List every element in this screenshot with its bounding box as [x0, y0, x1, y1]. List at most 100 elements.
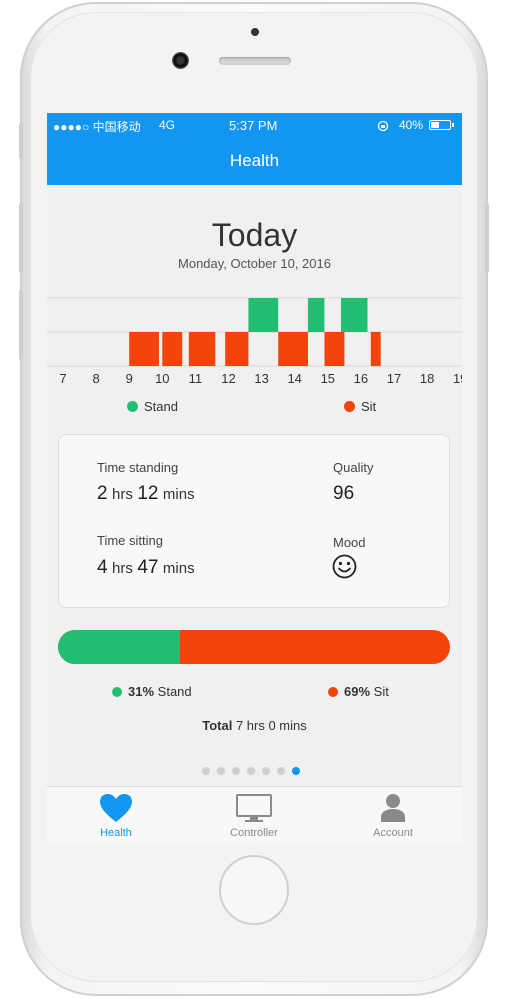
- mood-label: Mood: [333, 535, 366, 550]
- sit-series: [129, 332, 381, 366]
- standing-hours-unit: hrs: [112, 486, 133, 503]
- tab-controller[interactable]: Controller: [194, 787, 314, 843]
- network-label: 4G: [159, 118, 176, 132]
- nav-bar: Health: [47, 139, 462, 185]
- stand-bar-2: [341, 298, 368, 332]
- sitting-mins-unit: mins: [162, 560, 195, 577]
- battery-tip: [452, 123, 454, 127]
- stats-card: Time standing 2 hrs 12 mins Quality 96 T…: [58, 434, 450, 608]
- carrier-label: ●●●●○ 中国移动: [53, 120, 141, 134]
- standing-mins: 12: [137, 483, 159, 504]
- sitting-hours-unit: hrs: [112, 560, 133, 577]
- page-dot[interactable]: [232, 767, 240, 775]
- sit-bar-1: [162, 332, 183, 366]
- ratio-bar-stand-fill: [58, 630, 180, 664]
- sit-bar-6: [370, 332, 381, 366]
- tab-controller-label: Controller: [230, 827, 278, 839]
- proximity-sensor: [251, 28, 259, 36]
- page-dot[interactable]: [202, 767, 210, 775]
- home-button[interactable]: [219, 855, 289, 925]
- monitor-icon: [236, 794, 272, 822]
- sit-bar-0: [129, 332, 159, 366]
- x-tick-label: 10: [155, 371, 170, 386]
- x-tick-label: 7: [59, 371, 67, 386]
- total-time: Total 7 hrs 0 mins: [47, 718, 462, 733]
- x-tick-label: 8: [92, 371, 100, 386]
- sit-ratio-percent: 69%: [344, 684, 371, 699]
- time-sitting-value: 4 hrs 47 mins: [97, 557, 195, 579]
- sit-bar-4: [278, 332, 308, 366]
- sit-bar-3: [225, 332, 249, 366]
- sit-bar-2: [188, 332, 216, 366]
- quality-label: Quality: [333, 460, 374, 475]
- page-indicator[interactable]: [202, 767, 312, 777]
- x-tick-label: 15: [320, 371, 336, 386]
- stand-bar-1: [307, 298, 325, 332]
- sit-legend-dot: [344, 401, 355, 412]
- page-title: Health: [229, 151, 280, 170]
- sit-legend-label: Sit: [361, 399, 377, 414]
- page-dot[interactable]: [277, 767, 285, 775]
- sit-ratio-text: Sit: [373, 684, 389, 699]
- stand-ratio-percent: 31%: [128, 684, 155, 699]
- sitting-hours: 4: [97, 557, 108, 578]
- stand-ratio-label: 31% Stand: [128, 684, 192, 699]
- x-tick-label: 19: [452, 371, 462, 386]
- battery-percent: 40%: [399, 118, 424, 132]
- x-tick-label: 18: [419, 371, 435, 386]
- page-dot[interactable]: [292, 767, 300, 775]
- stand-ratio-dot: [112, 687, 122, 697]
- sit-ratio-label: 69% Sit: [344, 684, 389, 699]
- quality-value: 96: [333, 483, 355, 504]
- front-camera: [172, 52, 189, 69]
- x-tick-label: 13: [254, 371, 269, 386]
- stand-legend-label: Stand: [144, 399, 178, 414]
- rotation-lock-icon: [377, 120, 389, 132]
- x-tick-label: 14: [287, 371, 302, 386]
- x-tick-label: 17: [386, 371, 402, 386]
- stand-series: [248, 298, 368, 332]
- sitting-mins: 47: [137, 557, 159, 578]
- app-screen: ●●●●○ 中国移动 4G 5:37 PM 40% Health Today M…: [47, 113, 462, 843]
- time-sitting-label: Time sitting: [97, 533, 163, 548]
- time-standing-value: 2 hrs 12 mins: [97, 483, 195, 505]
- page-dot[interactable]: [217, 767, 225, 775]
- heart-icon: [100, 794, 132, 822]
- stand-legend-dot: [127, 401, 138, 412]
- volume-down-button: [19, 290, 23, 360]
- activity-chart: [47, 297, 462, 367]
- standing-mins-unit: mins: [162, 486, 195, 503]
- volume-up-button: [19, 203, 23, 273]
- tab-bar: Health Controller Account: [47, 786, 462, 843]
- total-label: Total: [202, 718, 233, 733]
- x-tick-label: 16: [353, 371, 369, 386]
- clock: 5:37 PM: [229, 118, 278, 133]
- earpiece-speaker: [219, 57, 291, 65]
- mute-switch: [19, 123, 23, 159]
- standing-hours: 2: [97, 483, 108, 504]
- tab-account-label: Account: [373, 827, 413, 839]
- sit-bar-5: [324, 332, 345, 366]
- power-button: [485, 203, 489, 273]
- total-value: 7 hrs 0 mins: [235, 718, 307, 733]
- person-icon: [381, 794, 405, 822]
- x-tick-label: 11: [188, 371, 203, 386]
- page-dot[interactable]: [262, 767, 270, 775]
- smiley-face-icon: [332, 554, 357, 579]
- today-heading: Today: [211, 217, 298, 253]
- stand-ratio-text: Stand: [157, 684, 192, 699]
- tab-health-label: Health: [100, 827, 132, 839]
- date-label: Monday, October 10, 2016: [178, 256, 331, 271]
- x-tick-label: 12: [221, 371, 236, 386]
- battery-icon: [429, 120, 451, 130]
- status-bar: ●●●●○ 中国移动 4G 5:37 PM 40%: [47, 113, 462, 139]
- tab-health[interactable]: Health: [56, 787, 176, 843]
- stand-bar-0: [248, 298, 279, 332]
- page-dot[interactable]: [247, 767, 255, 775]
- sit-ratio-dot: [328, 687, 338, 697]
- x-tick-label: 9: [125, 371, 133, 386]
- x-axis-ticks: 7 8 9 10 11 12 13 14 15 16 17 18 19: [47, 371, 462, 389]
- tab-account[interactable]: Account: [333, 787, 453, 843]
- time-standing-label: Time standing: [97, 460, 179, 475]
- stand-sit-ratio-bar: [58, 630, 450, 664]
